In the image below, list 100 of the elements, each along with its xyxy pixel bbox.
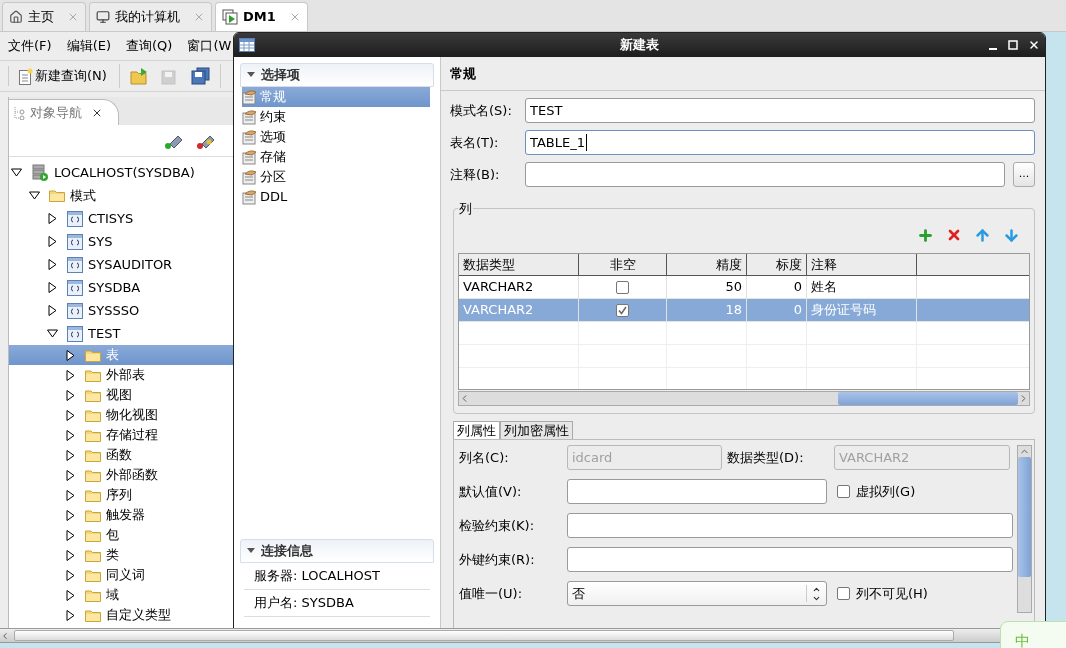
checkbox[interactable]: [837, 485, 850, 498]
text-field[interactable]: TABLE_1: [525, 130, 1035, 155]
tree-item[interactable]: SYSDBA: [9, 276, 236, 299]
text-field[interactable]: [525, 162, 1005, 187]
text-field[interactable]: [567, 513, 1013, 538]
server-icon: [31, 163, 49, 182]
text-field[interactable]: [567, 547, 1013, 572]
move-down-icon[interactable]: [1003, 226, 1020, 244]
expand-arrow-icon[interactable]: [65, 569, 76, 581]
expand-arrow-icon[interactable]: [65, 429, 76, 441]
collapse-arrow-icon[interactable]: [247, 548, 255, 554]
tree-item[interactable]: 物化视图: [9, 405, 236, 425]
table-row[interactable]: VARCHAR2 50 0 姓名: [459, 276, 1029, 299]
expand-arrow-icon[interactable]: [47, 305, 58, 316]
column-header[interactable]: 非空: [579, 254, 667, 275]
expand-arrow-icon[interactable]: [65, 489, 76, 501]
field-label: 值唯一(U):: [459, 584, 524, 603]
option-item[interactable]: 选项: [242, 127, 430, 147]
expand-arrow-icon[interactable]: [65, 549, 76, 561]
checkbox[interactable]: [616, 303, 629, 317]
tree-item[interactable]: 视图: [9, 385, 236, 405]
panel-tab[interactable]: 对象导航: [9, 99, 119, 125]
expand-arrow-icon[interactable]: [65, 509, 76, 521]
tree-item[interactable]: 外部函数: [9, 465, 236, 485]
expand-arrow-icon[interactable]: [65, 369, 76, 381]
vertical-scrollbar[interactable]: [1017, 445, 1032, 613]
checkbox[interactable]: [837, 587, 850, 600]
tree-item[interactable]: 存储过程: [9, 425, 236, 445]
tree-item[interactable]: CTISYS: [9, 207, 236, 230]
collapse-arrow-icon[interactable]: [11, 167, 22, 178]
tree-item[interactable]: SYSAUDITOR: [9, 253, 236, 276]
window-tab[interactable]: 我的计算机: [89, 2, 212, 31]
text-field[interactable]: TEST: [525, 98, 1035, 123]
table-cell: 姓名: [807, 276, 917, 298]
tree-item[interactable]: LOCALHOST(SYSDBA): [9, 161, 236, 184]
expand-arrow-icon[interactable]: [65, 469, 76, 481]
add-icon[interactable]: [917, 226, 934, 244]
document-icon: [19, 67, 33, 85]
move-up-icon[interactable]: [974, 226, 991, 244]
save-all-icon[interactable]: [189, 67, 210, 85]
delete-icon[interactable]: [946, 227, 962, 243]
expand-arrow-icon[interactable]: [65, 349, 76, 361]
expand-arrow-icon[interactable]: [47, 236, 58, 247]
section-header[interactable]: 选择项: [240, 63, 434, 87]
dropdown[interactable]: 否: [567, 581, 827, 606]
window-tab[interactable]: 主页: [2, 2, 86, 31]
collapse-arrow-icon[interactable]: [47, 328, 58, 339]
text-field[interactable]: [567, 479, 827, 504]
tree-item[interactable]: 同义词: [9, 565, 236, 585]
folder-icon: [85, 408, 101, 422]
expand-arrow-icon[interactable]: [65, 389, 76, 401]
menu-item[interactable]: 编辑(E): [66, 36, 111, 56]
option-item[interactable]: DDL: [242, 187, 430, 207]
maximize-icon[interactable]: [1008, 40, 1018, 50]
expand-arrow-icon[interactable]: [65, 449, 76, 461]
schema-icon: [67, 279, 83, 296]
column-header[interactable]: 标度: [747, 254, 807, 275]
expand-arrow-icon[interactable]: [65, 529, 76, 541]
collapse-arrow-icon[interactable]: [247, 72, 255, 78]
expand-arrow-icon[interactable]: [65, 589, 76, 601]
tree-item[interactable]: 触发器: [9, 505, 236, 525]
section-header[interactable]: 连接信息: [240, 539, 434, 563]
expand-arrow-icon[interactable]: [47, 259, 58, 270]
open-folder-icon[interactable]: [129, 67, 150, 85]
tree-item[interactable]: 模式: [9, 184, 236, 207]
checkbox[interactable]: [616, 280, 629, 294]
tree-item[interactable]: 外部表: [9, 365, 236, 385]
tree-item[interactable]: TEST: [9, 322, 236, 345]
expand-arrow-icon[interactable]: [47, 282, 58, 293]
option-item[interactable]: 约束: [242, 107, 430, 127]
option-item[interactable]: 分区: [242, 167, 430, 187]
window-tab[interactable]: DM1: [215, 2, 308, 31]
tree-item[interactable]: 序列: [9, 485, 236, 505]
tree-item[interactable]: SYSSSO: [9, 299, 236, 322]
expand-arrow-icon[interactable]: [65, 409, 76, 421]
tree-item[interactable]: 自定义类型: [9, 605, 236, 625]
tree-item[interactable]: SYS: [9, 230, 236, 253]
tree-item[interactable]: 包: [9, 525, 236, 545]
scroll-left-icon[interactable]: [0, 630, 10, 641]
window-title: 新建表: [620, 36, 659, 55]
column-header[interactable]: 数据类型: [459, 254, 579, 275]
option-item[interactable]: 存储: [242, 147, 430, 167]
tree-item[interactable]: 类: [9, 545, 236, 565]
tree-item[interactable]: 域: [9, 585, 236, 605]
new-query-button[interactable]: 新建查询(N): [8, 66, 109, 86]
menu-item[interactable]: 窗口(W: [187, 36, 232, 56]
menu-item[interactable]: 文件(F): [8, 36, 52, 56]
collapse-arrow-icon[interactable]: [29, 190, 40, 201]
horizontal-scrollbar[interactable]: [0, 628, 1000, 643]
close-icon[interactable]: [1028, 39, 1040, 51]
column-header[interactable]: 注释: [807, 254, 917, 275]
menu-item[interactable]: 查询(Q): [126, 36, 173, 56]
field-label: 列名(C):: [459, 448, 510, 467]
browse-button[interactable]: ...: [1013, 162, 1035, 187]
property-tab[interactable]: 列属性: [453, 421, 500, 439]
expand-arrow-icon[interactable]: [47, 213, 58, 224]
expand-arrow-icon[interactable]: [65, 609, 76, 621]
tree-item[interactable]: 函数: [9, 445, 236, 465]
column-header[interactable]: 精度: [667, 254, 747, 275]
property-tab[interactable]: 列加密属性: [500, 421, 573, 439]
